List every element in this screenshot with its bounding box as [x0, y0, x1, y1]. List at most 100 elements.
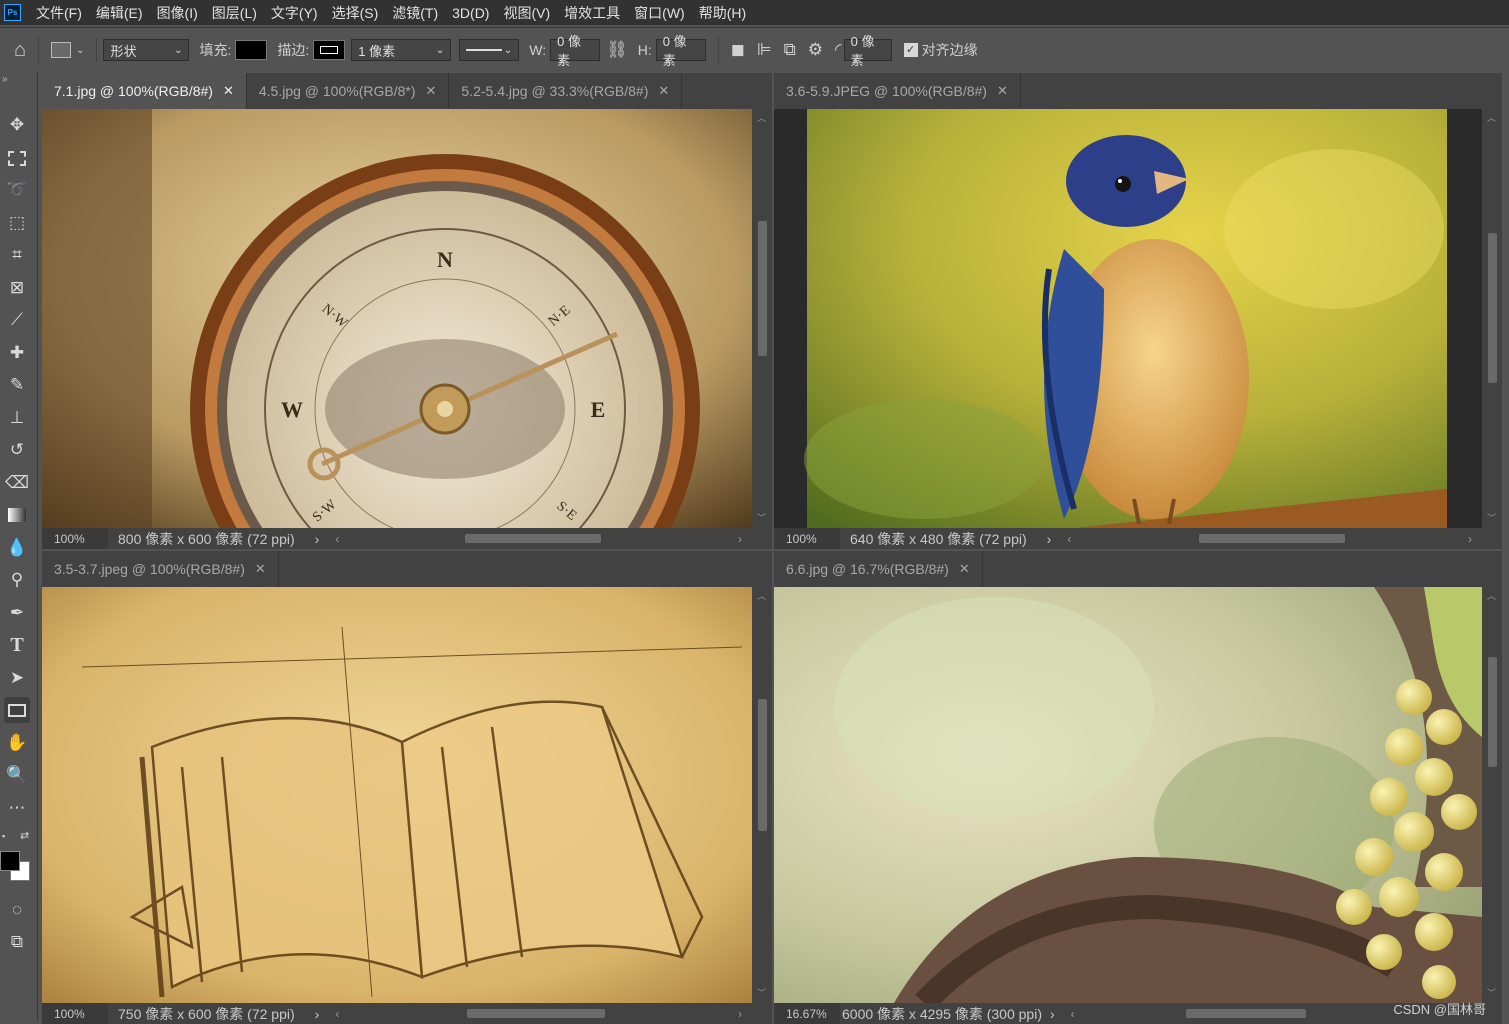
foreground-color-swatch[interactable]	[0, 851, 20, 871]
scroll-down-icon[interactable]: ﹀	[757, 511, 766, 524]
swap-colors-icon[interactable]: ⇄	[20, 829, 29, 842]
scrollbar-thumb[interactable]	[1488, 657, 1497, 767]
tab-doc-3-6[interactable]: 3.6-5.9.JPEG @ 100%(RGB/8#) ✕	[774, 73, 1021, 109]
close-icon[interactable]: ✕	[223, 83, 234, 99]
close-icon[interactable]: ✕	[658, 83, 669, 99]
scroll-down-icon[interactable]: ﹀	[757, 986, 766, 999]
scroll-left-icon[interactable]: ‹	[1071, 1007, 1075, 1021]
path-alignment-icon[interactable]: ⊫	[757, 40, 772, 60]
chevron-right-icon[interactable]: ›	[1047, 531, 1052, 547]
stroke-swatch[interactable]	[313, 40, 346, 60]
lasso-tool-icon[interactable]: ➰	[4, 177, 30, 203]
brush-icon[interactable]: ✎	[4, 372, 30, 398]
horizontal-scrollbar-thumb[interactable]	[467, 1009, 605, 1018]
vertical-scrollbar[interactable]: ︿ ﹀	[752, 587, 772, 1003]
scroll-down-icon[interactable]: ﹀	[1487, 511, 1496, 524]
collapse-toggle[interactable]: »	[2, 74, 8, 85]
chevron-right-icon[interactable]: ›	[315, 1006, 320, 1022]
document-info[interactable]: 800 像素 x 600 像素 (72 ppi)	[108, 529, 295, 549]
scroll-right-icon[interactable]: ›	[738, 532, 742, 546]
rectangle-icon[interactable]	[4, 697, 30, 723]
close-icon[interactable]: ✕	[959, 561, 970, 577]
crop-icon[interactable]: ⌗	[4, 242, 30, 268]
scroll-up-icon[interactable]: ︿	[757, 589, 766, 602]
horizontal-scrollbar-thumb[interactable]	[1186, 1009, 1306, 1018]
scroll-up-icon[interactable]: ︿	[1487, 111, 1496, 124]
quick-mask-icon[interactable]: ◌	[4, 897, 30, 923]
link-icon[interactable]: ⛓	[606, 40, 628, 60]
menu-file[interactable]: 文件(F)	[29, 3, 89, 23]
height-field[interactable]: 0 像素	[655, 34, 706, 68]
menu-3d[interactable]: 3D(D)	[445, 5, 496, 21]
path-select-icon[interactable]: ➤	[4, 665, 30, 691]
path-arrangement-icon[interactable]: ⧉	[784, 40, 796, 60]
document-info[interactable]: 640 像素 x 480 像素 (72 ppi)	[840, 529, 1027, 549]
zoom-icon[interactable]: 🔍	[4, 762, 30, 788]
pen-icon[interactable]: ✒	[4, 600, 30, 626]
scrollbar-thumb[interactable]	[758, 221, 767, 356]
scroll-right-icon[interactable]: ›	[1468, 532, 1472, 546]
eraser-icon[interactable]: ⌫	[4, 470, 30, 496]
horizontal-scrollbar-thumb[interactable]	[1199, 534, 1345, 543]
shape-preset-icon[interactable]: ⌄	[51, 42, 84, 58]
screen-mode-icon[interactable]: ⧉	[4, 929, 30, 955]
menu-select[interactable]: 选择(S)	[325, 3, 386, 23]
tab-doc-5-2[interactable]: 5.2-5.4.jpg @ 33.3%(RGB/8#) ✕	[449, 73, 683, 109]
scroll-up-icon[interactable]: ︿	[1487, 589, 1496, 602]
chevron-right-icon[interactable]: ›	[315, 531, 320, 547]
horizontal-scrollbar-thumb[interactable]	[465, 534, 601, 543]
menu-window[interactable]: 窗口(W)	[627, 3, 692, 23]
foreground-background-colors[interactable]: ▪ ⇄	[0, 829, 34, 889]
document-info[interactable]: 6000 像素 x 4295 像素 (300 ppi)	[840, 1004, 1042, 1024]
corner-radius-field[interactable]: 0 像素	[843, 34, 892, 68]
mode-select[interactable]: 形状 ⌄	[103, 39, 190, 61]
stroke-type-select[interactable]: ⌄	[459, 39, 520, 61]
zoom-level[interactable]: 100%	[42, 528, 108, 549]
type-icon[interactable]: T	[4, 632, 30, 658]
object-select-icon[interactable]: ⬚	[4, 210, 30, 236]
width-field[interactable]: 0 像素	[550, 34, 601, 68]
path-operations-icon[interactable]: ◼	[731, 40, 745, 60]
stroke-width-field[interactable]: 1 像素 ⌄	[351, 39, 452, 61]
home-icon[interactable]: ⌂	[14, 39, 26, 62]
menu-image[interactable]: 图像(I)	[150, 3, 205, 23]
default-colors-icon[interactable]: ▪	[2, 831, 5, 841]
menu-plugins[interactable]: 增效工具	[557, 3, 627, 23]
vertical-scrollbar[interactable]: ︿ ﹀	[752, 109, 772, 528]
align-edges-checkbox[interactable]: ✓	[903, 43, 918, 57]
grapes-image[interactable]	[774, 587, 1482, 1003]
more-icon[interactable]: ⋯	[4, 795, 30, 821]
chevron-right-icon[interactable]: ›	[1050, 1006, 1055, 1022]
tab-doc-3-5[interactable]: 3.5-3.7.jpeg @ 100%(RGB/8#) ✕	[42, 551, 279, 587]
stamp-icon[interactable]: ⊥	[4, 405, 30, 431]
history-brush-icon[interactable]: ↺	[4, 437, 30, 463]
frame-icon[interactable]: ⊠	[4, 275, 30, 301]
menu-help[interactable]: 帮助(H)	[692, 3, 753, 23]
eyedropper-icon[interactable]: ⟋	[4, 307, 30, 333]
hand-icon[interactable]: ✋	[4, 730, 30, 756]
scroll-left-icon[interactable]: ‹	[1067, 532, 1071, 546]
gradient-icon[interactable]	[4, 502, 30, 528]
menu-layer[interactable]: 图层(L)	[205, 3, 264, 23]
healing-brush-icon[interactable]: ✚	[4, 340, 30, 366]
close-icon[interactable]: ✕	[255, 561, 266, 577]
scroll-left-icon[interactable]: ‹	[335, 532, 339, 546]
bird-image[interactable]	[774, 109, 1482, 528]
vertical-scrollbar[interactable]: ︿ ﹀	[1482, 109, 1502, 528]
menu-view[interactable]: 视图(V)	[496, 3, 557, 23]
fill-swatch[interactable]	[235, 40, 268, 60]
move-tool-icon[interactable]: ✥	[4, 112, 30, 138]
scroll-down-icon[interactable]: ﹀	[1487, 986, 1496, 999]
scroll-left-icon[interactable]: ‹	[335, 1007, 339, 1021]
tab-doc-7-1[interactable]: 7.1.jpg @ 100%(RGB/8#) ✕	[42, 73, 247, 109]
book-sketch-image[interactable]	[42, 587, 752, 1003]
marquee-tool-icon[interactable]	[4, 145, 30, 171]
zoom-level[interactable]: 100%	[42, 1003, 108, 1024]
menu-edit[interactable]: 编辑(E)	[89, 3, 150, 23]
scrollbar-thumb[interactable]	[1488, 233, 1497, 383]
zoom-level[interactable]: 16.67%	[774, 1003, 840, 1024]
gear-icon[interactable]: ⚙	[808, 40, 823, 60]
zoom-level[interactable]: 100%	[774, 528, 840, 549]
vertical-scrollbar[interactable]: ︿ ﹀	[1482, 587, 1502, 1003]
tab-doc-6-6[interactable]: 6.6.jpg @ 16.7%(RGB/8#) ✕	[774, 551, 983, 587]
